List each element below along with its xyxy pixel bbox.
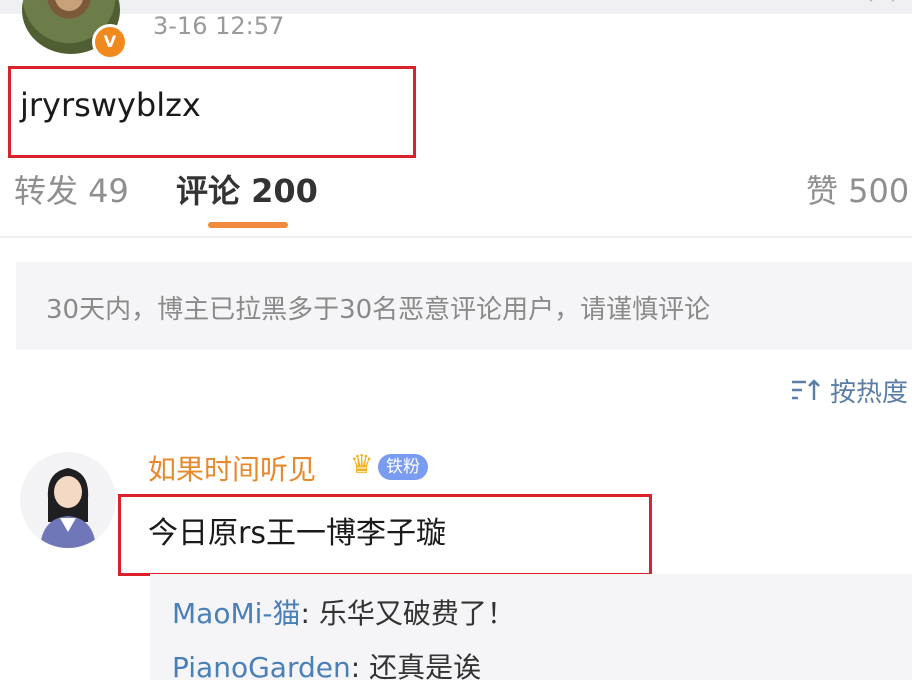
- tab-comments[interactable]: 评论 200: [176, 166, 318, 212]
- reply-username[interactable]: MaoMi-猫: [172, 597, 301, 630]
- reply-separator: :: [300, 597, 319, 630]
- reply-username[interactable]: PianoGarden: [172, 651, 351, 684]
- sort-icon[interactable]: [790, 378, 822, 402]
- reply-text: 还真是诶: [369, 651, 482, 684]
- iron-fan-badge: 铁粉: [378, 454, 428, 480]
- reply-separator: :: [350, 651, 370, 684]
- tabs-divider: [0, 236, 912, 238]
- active-tab-indicator: [208, 222, 288, 228]
- post-text: jryrswyblzx: [20, 86, 201, 124]
- tab-repost[interactable]: 转发 49: [14, 166, 129, 212]
- reply-item[interactable]: PianoGarden: 还真是诶: [172, 646, 481, 686]
- commenter-username[interactable]: 如果时间听见: [148, 448, 316, 488]
- reply-item[interactable]: MaoMi-猫: 乐华又破费了！: [172, 592, 515, 632]
- sort-by-hot-button[interactable]: 按热度: [830, 372, 908, 409]
- post-timestamp: 3-16 12:57: [153, 12, 285, 40]
- vip-badge-icon: V: [92, 24, 128, 60]
- tab-likes[interactable]: 赞 500: [806, 166, 909, 212]
- notice-text: 30天内，博主已拉黑多于30名恶意评论用户，请谨慎评论: [46, 295, 711, 325]
- reply-text: 乐华又破费了！: [318, 597, 515, 630]
- commenter-avatar-illustration: [40, 468, 96, 548]
- comment-text: 今日原rs王一博李子璇: [148, 516, 446, 551]
- commenter-avatar[interactable]: [20, 452, 116, 548]
- status-bar: ˇ ˇ: [0, 0, 912, 14]
- crown-icon: ♛: [350, 450, 374, 480]
- top-right-icons: ˇ ˇ: [868, 0, 902, 12]
- blacklist-notice: 30天内，博主已拉黑多于30名恶意评论用户，请谨慎评论: [16, 262, 912, 350]
